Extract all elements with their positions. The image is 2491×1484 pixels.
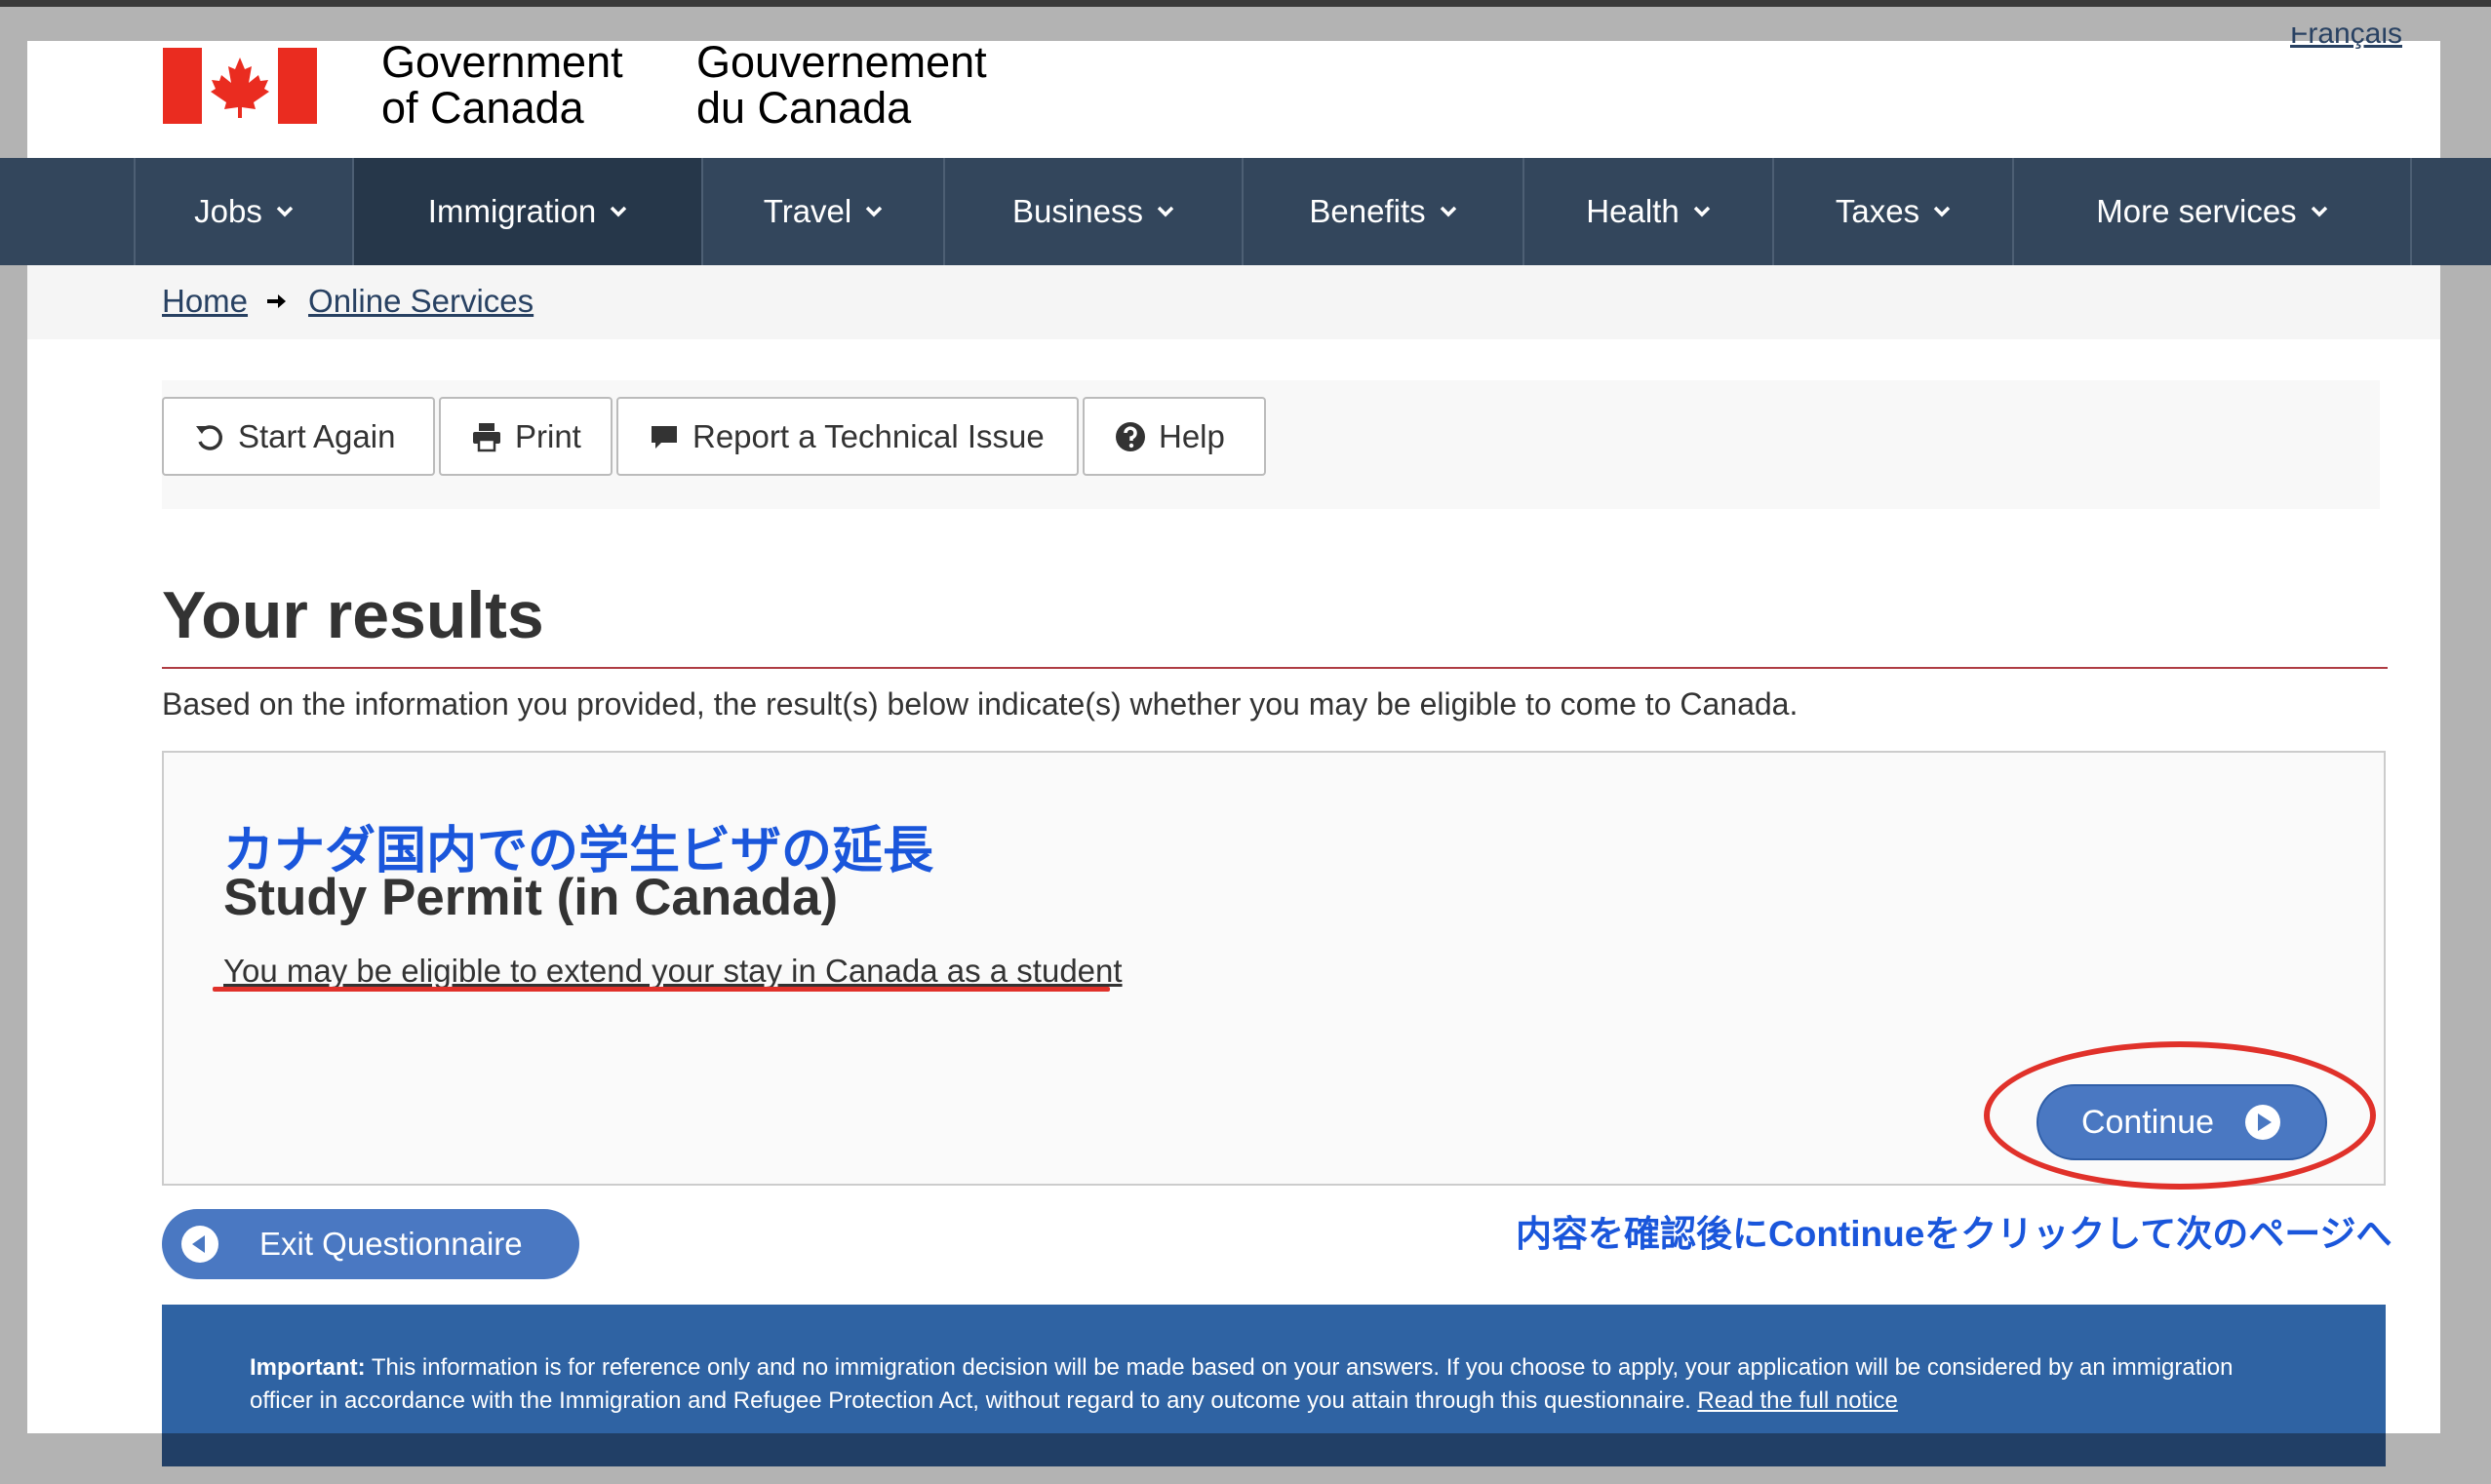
nav-item-label: Taxes: [1835, 193, 1920, 229]
wordmark-fr-line2: du Canada: [696, 83, 912, 133]
title-divider: [162, 667, 2388, 669]
continue-button[interactable]: Continue: [2036, 1084, 2327, 1160]
exit-label: Exit Questionnaire: [259, 1226, 523, 1262]
wordmark-en-line2: of Canada: [381, 83, 584, 133]
nav-left-spacer: [0, 158, 134, 265]
nav-item-benefits[interactable]: Benefits: [1242, 158, 1522, 265]
nav-item-label: Benefits: [1309, 193, 1426, 229]
result-description: You may be eligible to extend your stay …: [223, 953, 1123, 989]
notice-text: This information is for reference only a…: [250, 1354, 2234, 1414]
wordmark-en-line1: Government: [381, 37, 623, 87]
nav-item-label: Travel: [763, 193, 852, 229]
canada-flag-icon: [163, 48, 317, 124]
comment-icon: [652, 425, 677, 449]
nav-item-travel[interactable]: Travel: [701, 158, 943, 265]
chevron-down-icon: [1440, 206, 1456, 217]
printer-icon: [473, 422, 500, 451]
print-button[interactable]: Print: [439, 397, 613, 476]
report-label: Report a Technical Issue: [692, 417, 1045, 454]
important-notice: Important: This information is for refer…: [162, 1305, 2386, 1433]
chevron-down-icon: [276, 206, 294, 217]
chevron-down-icon: [1933, 206, 1951, 217]
chevron-down-icon: [1693, 206, 1710, 217]
nav-item-label: Business: [1012, 193, 1143, 229]
result-title: Study Permit (in Canada): [223, 869, 839, 926]
page-title: Your results: [162, 578, 544, 652]
read-full-notice-link[interactable]: Read the full notice: [1697, 1387, 1897, 1414]
help-label: Help: [1159, 417, 1225, 454]
result-panel: カナダ国内での学生ビザの延長 Study Permit (in Canada) …: [162, 751, 2386, 1190]
chevron-down-icon: [2311, 206, 2327, 217]
nav-item-label: Jobs: [194, 193, 262, 229]
nav-item-label: Immigration: [427, 193, 597, 229]
play-circle-icon: [2245, 1105, 2281, 1140]
nav-item-immigration[interactable]: Immigration: [352, 158, 701, 265]
nav-item-business[interactable]: Business: [943, 158, 1242, 265]
breadcrumb-home-link[interactable]: Home: [162, 283, 248, 320]
chevron-down-icon: [865, 206, 883, 217]
exit-questionnaire-button[interactable]: Exit Questionnaire: [162, 1209, 579, 1279]
intro-text: Based on the information you provided, t…: [162, 686, 1799, 722]
refresh-icon: [196, 424, 222, 450]
nav-item-label: More services: [2096, 193, 2297, 229]
print-label: Print: [515, 417, 581, 454]
back-circle-icon: [181, 1226, 218, 1263]
chevron-down-icon: [610, 206, 627, 217]
start-again-label: Start Again: [238, 417, 396, 454]
arrow-right-icon: [267, 294, 287, 308]
question-circle-icon: [1116, 421, 1145, 451]
browser-top-bar: [0, 0, 2491, 7]
breadcrumb: Home Online Services: [162, 283, 534, 320]
report-technical-issue-button[interactable]: Report a Technical Issue: [616, 397, 1079, 476]
nav-item-more-services[interactable]: More services: [2012, 158, 2412, 265]
start-again-button[interactable]: Start Again: [162, 397, 435, 476]
notice-label: Important:: [250, 1354, 366, 1381]
wordmark-english: Government of Canada: [381, 39, 623, 131]
language-toggle-link[interactable]: Français: [2290, 27, 2402, 55]
nav-item-taxes[interactable]: Taxes: [1772, 158, 2012, 265]
toolbar: Start Again Print Report a Technical Iss…: [162, 397, 1266, 476]
continue-label: Continue: [2080, 1103, 2215, 1141]
nav-item-health[interactable]: Health: [1522, 158, 1772, 265]
nav-item-jobs[interactable]: Jobs: [134, 158, 352, 265]
nav-item-label: Health: [1586, 193, 1680, 229]
footer-strip: [162, 1433, 2386, 1466]
main-navigation: Jobs Immigration Travel Business Benefit…: [0, 158, 2491, 265]
chevron-down-icon: [1157, 206, 1174, 217]
annotation-note-jp: 内容を確認後にContinueをクリックして次のページへ: [1516, 1214, 2392, 1254]
breadcrumb-online-services-link[interactable]: Online Services: [308, 283, 534, 320]
help-button[interactable]: Help: [1083, 397, 1266, 476]
annotation-red-underline: [213, 987, 1110, 992]
wordmark-fr-line1: Gouvernement: [696, 37, 987, 87]
wordmark-french: Gouvernement du Canada: [696, 39, 987, 131]
